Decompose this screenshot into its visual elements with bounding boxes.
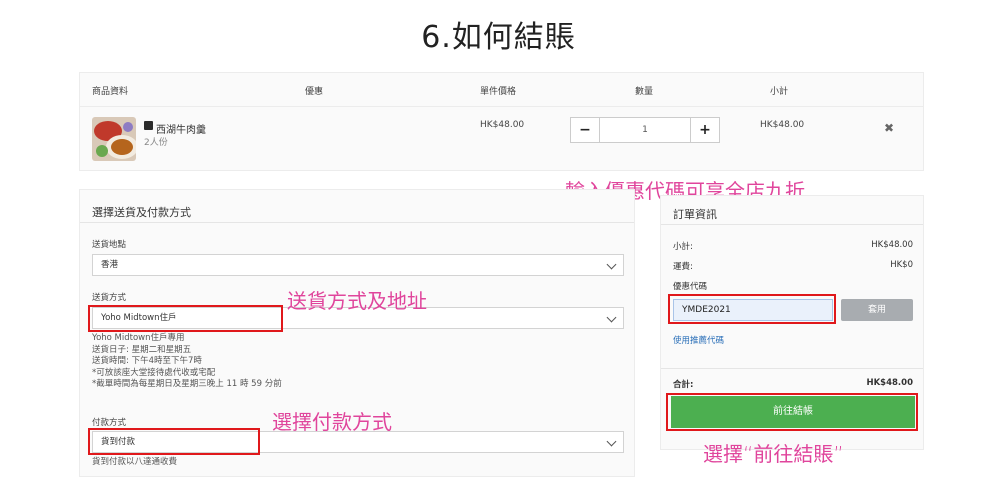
quantity-decrease-button[interactable]: − xyxy=(571,118,599,142)
product-name[interactable]: 西湖牛肉羹 xyxy=(156,121,206,136)
highlight-delivery-method xyxy=(88,305,283,332)
order-shipping-value: HK$0 xyxy=(890,260,913,270)
page-title: 6.如何結賬 xyxy=(421,20,576,55)
column-header-quantity: 數量 xyxy=(635,87,654,97)
payment-method-label: 付款方式 xyxy=(92,418,127,428)
apply-coupon-button[interactable]: 套用 xyxy=(841,299,913,321)
quantity-stepper: − 1 + xyxy=(570,117,720,143)
column-header-product: 商品資料 xyxy=(92,87,129,97)
delivery-note-line: *截單時間為每星期日及星期三晚上 11 時 59 分前 xyxy=(92,379,282,389)
quantity-increase-button[interactable]: + xyxy=(691,118,719,142)
annotation-payment: 選擇付款方式 xyxy=(272,410,392,434)
divider xyxy=(661,224,923,225)
column-header-discount: 優惠 xyxy=(305,87,324,97)
delivery-note-line: 送貨日子: 星期二和星期五 xyxy=(92,344,192,355)
delivery-location-label: 送貨地點 xyxy=(92,240,127,250)
divider xyxy=(661,368,923,369)
order-shipping-label: 運費: xyxy=(673,262,693,272)
delivery-method-label: 送貨方式 xyxy=(92,293,127,303)
item-subtotal: HK$48.00 xyxy=(760,120,805,130)
divider xyxy=(80,222,634,223)
highlight-payment-method xyxy=(88,428,260,455)
cart-header-row: 商品資料 優惠 單件價格 數量 小計 xyxy=(80,73,923,107)
chevron-down-icon xyxy=(606,259,617,270)
product-serving: 2人份 xyxy=(144,138,168,148)
delivery-location-select[interactable]: 香港 xyxy=(92,254,624,276)
cart-table: 商品資料 優惠 單件價格 數量 小計 西湖牛肉羹 2人份 HK$48.00 − … xyxy=(79,72,924,171)
highlight-coupon-input xyxy=(668,294,836,324)
referral-code-link[interactable]: 使用推薦代碼 xyxy=(673,334,724,346)
order-total-label: 合計: xyxy=(673,380,694,390)
quantity-input[interactable]: 1 xyxy=(599,118,691,142)
highlight-checkout-button xyxy=(666,393,918,431)
delivery-note-line: *可放該座大堂接待處代收或宅配 xyxy=(92,367,216,378)
column-header-unit-price: 單件價格 xyxy=(480,87,517,97)
annotation-shipping: 送貨方式及地址 xyxy=(287,289,427,313)
annotation-checkout: 選擇“前往結賬” xyxy=(703,442,844,466)
coupon-code-label: 優惠代碼 xyxy=(673,282,708,292)
product-badge-icon xyxy=(144,121,153,130)
order-panel-title: 訂單資訊 xyxy=(673,208,717,221)
product-image[interactable] xyxy=(92,117,136,161)
payment-note: 貨到付款以八達通收費 xyxy=(92,457,178,467)
delivery-note-line: Yoho Midtown住戶專用 xyxy=(92,333,185,343)
remove-item-icon[interactable]: ✖ xyxy=(884,121,894,135)
chevron-down-icon xyxy=(606,312,617,323)
shipping-panel-title: 選擇送貨及付款方式 xyxy=(92,206,191,219)
delivery-location-value: 香港 xyxy=(101,260,119,270)
delivery-notes: Yoho Midtown住戶專用 送貨日子: 星期二和星期五 送貨時間: 下午4… xyxy=(92,333,282,391)
order-subtotal-value: HK$48.00 xyxy=(871,240,913,250)
delivery-note-line: 送貨時間: 下午4時至下午7時 xyxy=(92,356,202,366)
chevron-down-icon xyxy=(606,436,617,447)
column-header-subtotal: 小計 xyxy=(770,87,789,97)
order-subtotal-label: 小計: xyxy=(673,242,693,252)
unit-price: HK$48.00 xyxy=(480,120,525,130)
order-total-value: HK$48.00 xyxy=(866,378,913,388)
